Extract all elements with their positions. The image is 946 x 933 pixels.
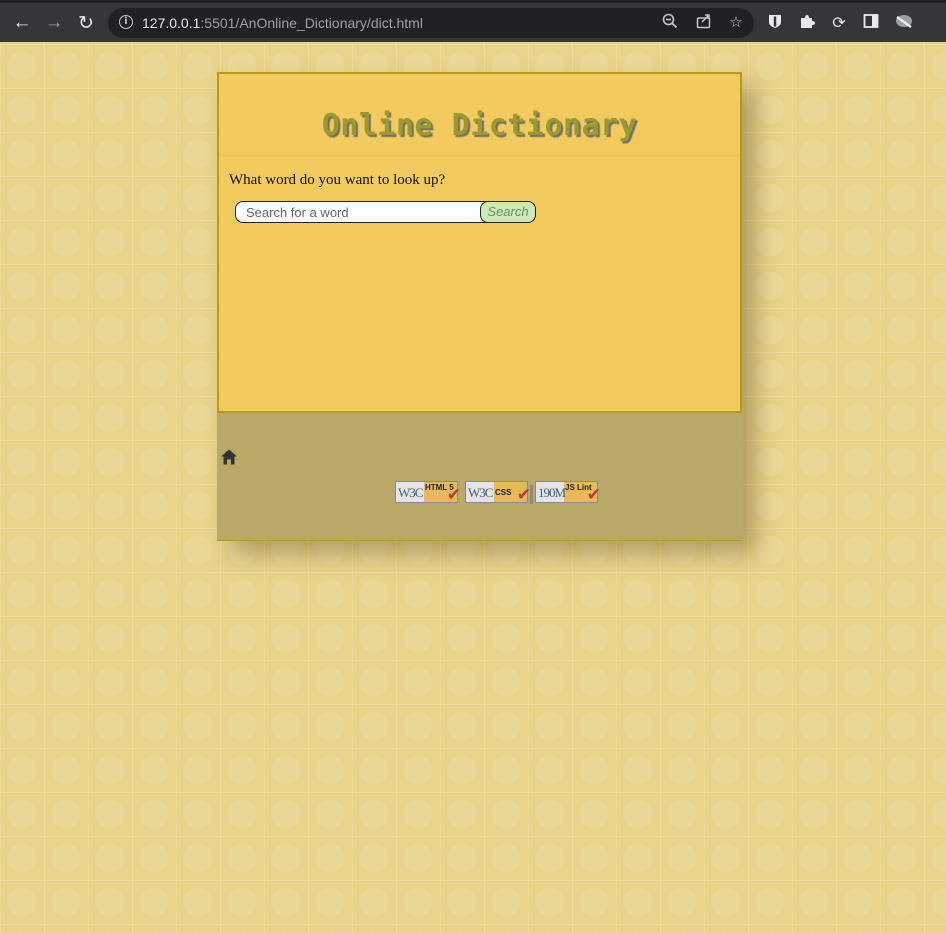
main-panel: Online Dictionary What word do you want … [217,72,742,413]
check-icon: ✔ [586,485,601,505]
shield-extension-icon[interactable] [764,13,786,35]
zoom-out-icon[interactable] [660,13,680,33]
reload-icon[interactable]: ↻ [73,10,99,36]
dictionary-container: Online Dictionary What word do you want … [217,72,742,541]
w3c-css-badge[interactable]: W3C CSS ✔ [465,481,531,505]
back-icon[interactable]: ← [9,10,35,36]
jslint-badge[interactable]: 190M JS Lint ✔ [535,481,601,505]
profile-icon[interactable] [893,13,915,35]
sidepanel-icon[interactable] [860,13,882,35]
footer: W3C HTML 5 ✔ W3C CSS ✔ 190M JS Lint ✔ [217,413,742,541]
badge-divider [530,485,533,504]
check-icon: ✔ [446,485,461,505]
url-text[interactable]: 127.0.0.1:5501/AnOnline_Dictionary/dict.… [142,15,423,31]
forward-icon[interactable]: → [41,10,67,36]
search-prompt: What word do you want to look up? [229,172,446,188]
browser-toolbar: ← → ↻ i 127.0.0.1:5501/AnOnline_Dictiona… [0,0,946,42]
badge-right-text: CSS [495,488,512,497]
star-icon[interactable]: ☆ [726,13,746,33]
puzzle-extension-icon[interactable] [796,13,818,35]
badge-left-text: W3C [468,485,493,500]
address-bar[interactable]: i 127.0.0.1:5501/AnOnline_Dictionary/dic… [108,8,754,38]
badge-left-text: W3C [398,485,423,500]
search-button[interactable]: Search [480,201,536,223]
header: Online Dictionary [219,74,740,157]
sync-extension-icon[interactable]: ⟳ [828,13,850,35]
check-icon: ✔ [516,485,531,505]
page-title: Online Dictionary [321,108,638,143]
share-icon[interactable] [694,13,714,33]
home-icon[interactable] [220,448,238,466]
info-icon[interactable]: i [119,15,133,29]
badge-left-text: 190M [538,485,566,500]
w3c-html5-badge[interactable]: W3C HTML 5 ✔ [395,481,461,505]
